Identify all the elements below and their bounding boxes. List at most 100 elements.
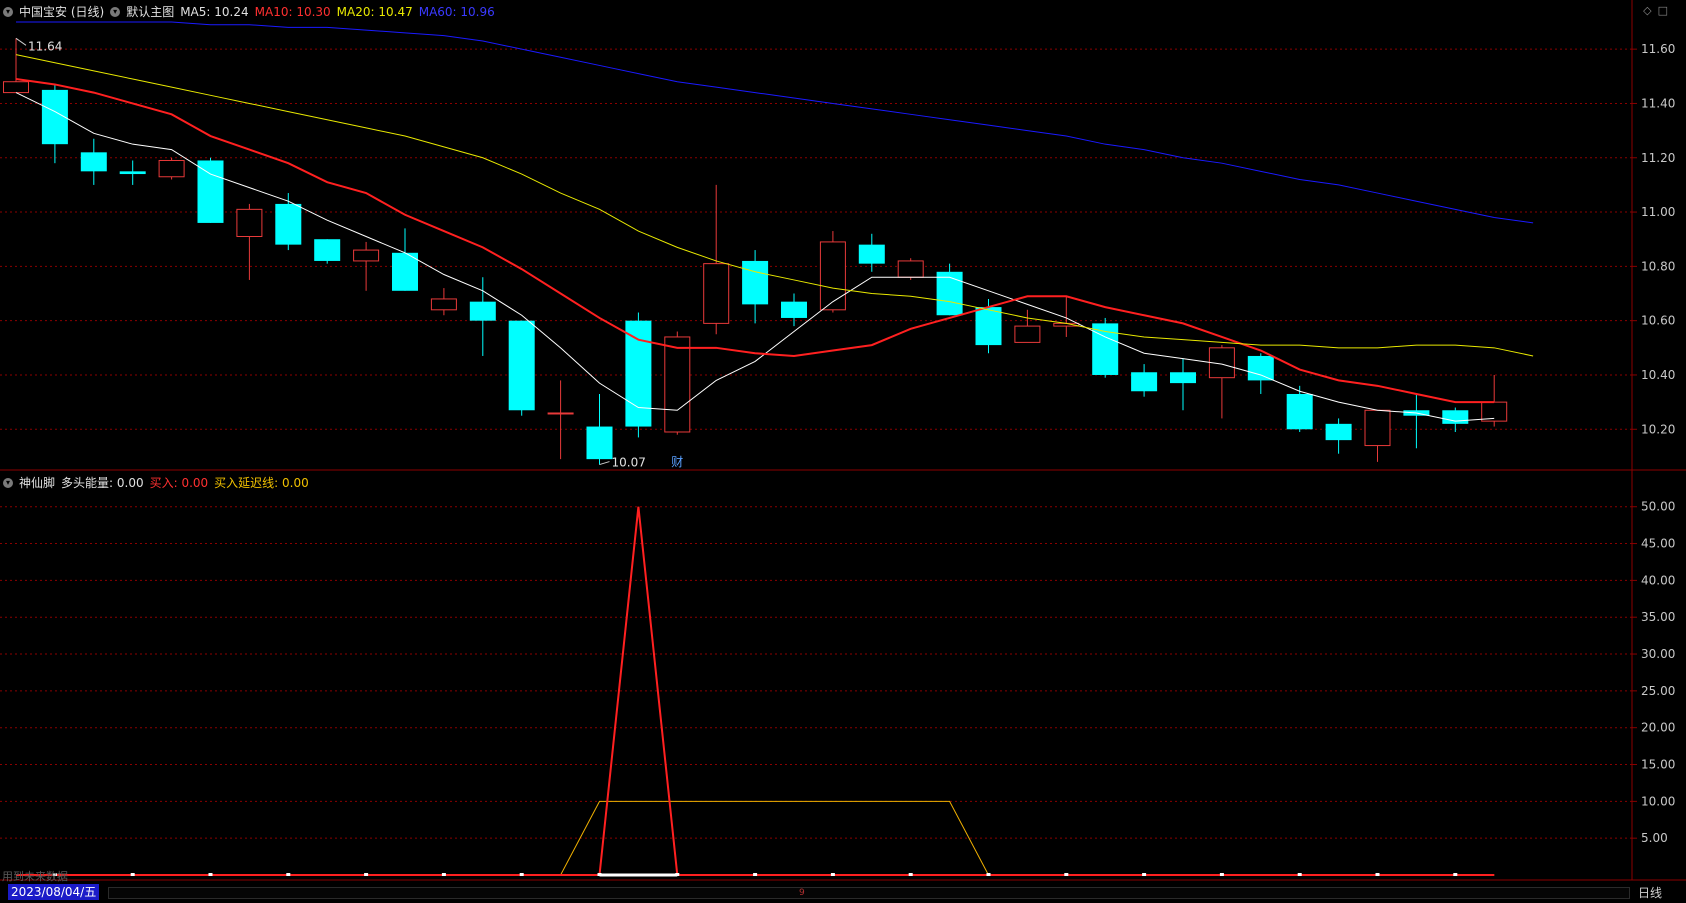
candle-body [858,244,885,264]
zero-line-marker [986,873,991,876]
candle-body [353,249,380,262]
buy-delay-label: 买入延迟线: 0.00 [214,476,309,490]
candle-body [275,203,302,245]
sub-chart-header: ▾ 神仙脚 多头能量: 0.00 买入: 0.00 买入延迟线: 0.00 [3,474,315,491]
price-tick-label: 11.00 [1641,205,1675,219]
zero-line-marker [1297,873,1302,876]
zero-line-marker [441,873,446,876]
date-cursor-label: 2023/08/04/五 [8,884,100,900]
ma20-label: MA20: 10.47 [336,4,413,19]
candle-body [1325,423,1352,441]
price-tick-label: 11.40 [1641,96,1675,110]
candle-body [1286,393,1313,430]
price-extreme-pointer [599,461,610,466]
ma-line-ma20 [15,54,1534,357]
ma-line-ma10 [15,78,1495,404]
bull-energy-label: 多头能量: 0.00 [61,476,144,490]
price-extreme-pointer [15,37,27,46]
candle-body [625,320,652,427]
candle-body [547,412,574,415]
candle-body [469,301,496,321]
zero-line-marker [519,873,524,876]
kline-chart-canvas[interactable]: 10.20 10.40 10.60 10.80 11.00 11.20 11.40 11.60… [0,0,1686,903]
zero-line-marker [1142,873,1147,876]
indicator-tick-label: 30.00 [1641,647,1675,661]
candle-body [1170,372,1196,384]
candle-body [819,241,846,311]
main-settings-icon[interactable]: ▾ [3,6,13,17]
indicator-tick-label: 50.00 [1641,500,1675,514]
candle-body [1364,409,1391,447]
candle-body [158,159,185,178]
window-controls: ◇ □ [1643,4,1668,17]
candle-body [392,252,418,291]
zero-line-marker [208,873,213,876]
diamond-icon[interactable]: ◇ [1643,4,1651,17]
candle-body [897,260,924,278]
candle-body [3,81,29,94]
future-data-note: 用到未来数据 [2,870,68,883]
main-chart-header: ▾ 中国宝安 (日线) ▾ 默认主图 MA5: 10.24 MA10: 10.3… [3,3,501,20]
candle-body [742,260,769,305]
candle-body [664,336,691,433]
zero-line-marker [1219,873,1224,876]
time-scrollbar[interactable]: 9 [108,887,1630,899]
indicator-tick-label: 15.00 [1641,758,1675,772]
candle-body [781,301,807,318]
candle-body [703,263,730,324]
stock-name: 中国宝安 (日线) [19,5,105,19]
indicator-tick-label: 20.00 [1641,721,1675,735]
indicator-tick-label: 10.00 [1641,794,1675,808]
price-tick-label: 10.20 [1641,422,1675,436]
candle-body [119,171,146,175]
zero-line-marker [908,873,913,876]
finance-event-marker: 财 [671,455,683,469]
ma-line-ma60 [16,21,1534,224]
candle-body [1247,355,1274,381]
indicator-settings-icon[interactable]: ▾ [3,477,13,488]
template-settings-icon[interactable]: ▾ [110,6,121,17]
indicator-tick-label: 25.00 [1641,684,1675,698]
price-tick-label: 10.40 [1641,368,1675,382]
zero-line-marker [286,873,291,876]
candle-body [936,271,963,316]
indicator-tick-label: 40.00 [1641,573,1675,587]
buy-label: 买入: 0.00 [149,476,209,490]
ma60-label: MA60: 10.96 [418,4,495,19]
candle-body [314,239,341,261]
candle-body [1014,325,1041,343]
candle-body [586,426,613,460]
price-tick-label: 10.60 [1641,314,1675,328]
period-label[interactable]: 日线 [1638,884,1662,901]
restore-icon[interactable]: □ [1658,4,1668,17]
indicator-tick-label: 35.00 [1641,610,1675,624]
zero-line-marker [1375,873,1380,876]
zero-line-marker [1064,873,1069,876]
scroll-marker[interactable]: 9 [799,888,809,898]
price-extreme-label: 11.64 [28,39,62,53]
indicator-name[interactable]: 神仙脚 [19,474,55,491]
price-tick-label: 11.20 [1641,151,1675,165]
candle-body [975,307,1002,346]
candle-body [80,152,107,172]
candle-body [508,320,535,411]
price-tick-label: 10.80 [1641,259,1675,273]
price-tick-label: 11.60 [1641,42,1675,56]
ma10-label: MA10: 10.30 [254,4,331,19]
zero-line-marker [830,873,835,876]
candle-body [197,160,224,223]
zero-line-marker [130,873,135,876]
zero-line-marker [364,873,369,876]
zero-line-marker [1453,873,1458,876]
indicator-tick-label: 5.00 [1641,831,1668,845]
template-name[interactable]: 默认主图 [126,3,174,20]
candle-body [1481,401,1508,422]
price-extreme-label: 10.07 [612,456,646,470]
candle-body [1131,372,1158,392]
ma5-label: MA5: 10.24 [180,4,249,19]
candle-body [430,298,457,311]
zero-line-marker [753,873,758,876]
indicator-tick-label: 45.00 [1641,537,1675,551]
candle-body [236,208,263,237]
candle-body [1442,410,1469,424]
